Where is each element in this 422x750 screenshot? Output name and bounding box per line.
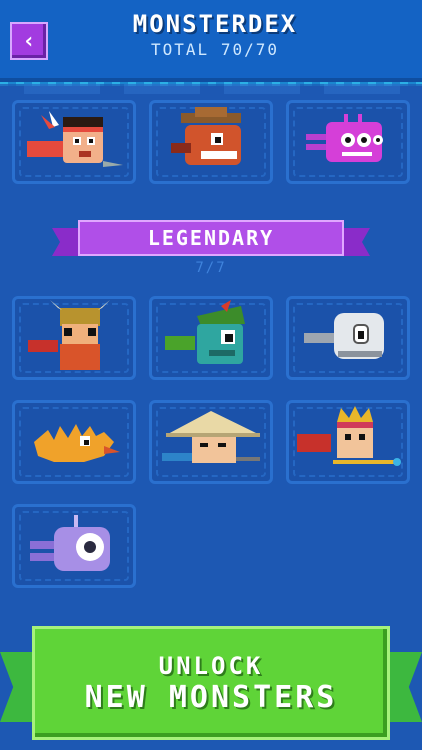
monster-cell[interactable] xyxy=(12,504,136,588)
back-button[interactable]: ‹ xyxy=(10,22,48,60)
page-title: MONSTERDEX xyxy=(132,10,298,38)
monster-cell[interactable] xyxy=(12,100,136,184)
section-title: LEGENDARY xyxy=(78,220,344,256)
native-warrior-monster-icon xyxy=(27,111,123,167)
monster-cell[interactable] xyxy=(286,100,410,184)
cta-line-1: UNLOCK xyxy=(158,651,264,680)
unlock-new-monsters-button[interactable]: UNLOCK NEW MONSTERS xyxy=(32,626,390,740)
viking-monster-icon xyxy=(28,300,110,370)
chevron-left-icon: ‹ xyxy=(22,28,36,54)
robin-hood-monster-icon xyxy=(165,300,245,364)
cyclops-robot-monster-icon xyxy=(30,515,110,571)
monster-cell[interactable] xyxy=(149,296,273,380)
ghost-monster-icon xyxy=(304,313,384,359)
section-banner: LEGENDARY xyxy=(52,220,370,256)
purple-robot-monster-icon xyxy=(306,114,383,162)
monster-cell[interactable] xyxy=(12,296,136,380)
king-monster-icon xyxy=(297,406,401,466)
monster-cell[interactable] xyxy=(149,100,273,184)
cowboy-monster-icon xyxy=(171,107,241,165)
monster-cell[interactable] xyxy=(286,296,410,380)
orange-spiky-monster-icon xyxy=(34,424,120,462)
monster-cell[interactable] xyxy=(286,400,410,484)
scroll-fade-divider xyxy=(0,84,422,94)
section-count: 7/7 xyxy=(195,260,227,276)
monster-cell[interactable] xyxy=(149,400,273,484)
total-count: TOTAL 70/70 xyxy=(151,40,279,59)
header-bar: ‹ MONSTERDEX TOTAL 70/70 xyxy=(0,0,422,86)
samurai-monster-icon xyxy=(162,411,260,463)
unlock-banner: UNLOCK NEW MONSTERS xyxy=(0,620,422,750)
cta-line-2: NEW MONSTERS xyxy=(84,679,338,715)
monster-cell[interactable] xyxy=(12,400,136,484)
